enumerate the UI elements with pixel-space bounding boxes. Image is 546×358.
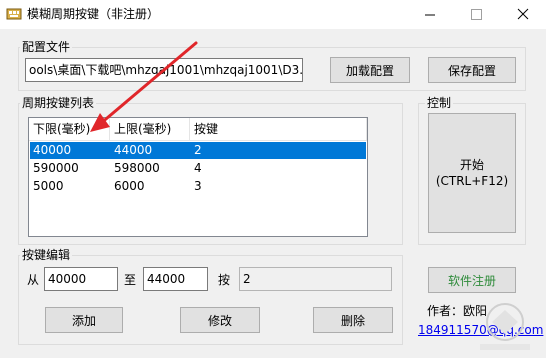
edit-group-label: 按键编辑 [20, 248, 73, 262]
modify-button[interactable]: 修改 [180, 307, 260, 333]
column-header-upper[interactable]: 上限(毫秒) [110, 118, 190, 140]
cell-key: 2 [194, 143, 202, 157]
list-group-label: 周期按键列表 [20, 96, 97, 110]
cell-lower: 40000 [33, 143, 72, 157]
watermark-logo-icon [480, 303, 530, 350]
key-list[interactable]: 下限(毫秒) 上限(毫秒) 按键 40000 44000 2 590000 59… [28, 117, 368, 237]
minimize-icon[interactable] [407, 0, 453, 29]
window-title: 模糊周期按键（非注册） [27, 7, 160, 21]
to-label: 至 [124, 273, 137, 287]
app-icon [6, 8, 22, 20]
from-field[interactable]: 40000 [44, 267, 118, 291]
save-config-button[interactable]: 保存配置 [428, 57, 516, 83]
config-path-field[interactable]: ools\桌面\下载吧\mhzqaj1001\mhzqaj1001\D3.ini [25, 58, 303, 82]
cell-key: 3 [194, 179, 202, 193]
list-row[interactable]: 590000 598000 4 [30, 160, 366, 177]
cell-upper: 44000 [114, 143, 153, 157]
register-button[interactable]: 软件注册 [428, 267, 516, 293]
start-button[interactable]: 开始 (CTRL+F12) [428, 113, 516, 233]
config-group-label: 配置文件 [20, 40, 73, 54]
column-header-key[interactable]: 按键 [190, 118, 367, 140]
list-row[interactable]: 40000 44000 2 [30, 142, 366, 159]
control-group-label: 控制 [425, 96, 454, 110]
load-config-button[interactable]: 加载配置 [330, 57, 410, 83]
main-window: 模糊周期按键（非注册） 配置文件 ools\桌面\下载吧\mhzqaj1001\… [0, 0, 546, 358]
delete-button[interactable]: 删除 [313, 307, 393, 333]
maximize-icon[interactable] [453, 0, 499, 29]
close-icon[interactable] [500, 0, 546, 29]
add-button[interactable]: 添加 [45, 307, 123, 333]
to-field[interactable]: 44000 [143, 267, 208, 291]
start-button-hotkey: (CTRL+F12) [435, 174, 509, 188]
cell-upper: 6000 [114, 179, 145, 193]
cell-key: 4 [194, 161, 202, 175]
list-header: 下限(毫秒) 上限(毫秒) 按键 [29, 118, 367, 141]
cell-upper: 598000 [114, 161, 160, 175]
column-header-lower[interactable]: 下限(毫秒) [29, 118, 110, 140]
start-button-label: 开始 [459, 158, 484, 172]
cell-lower: 5000 [33, 179, 64, 193]
title-bar[interactable]: 模糊周期按键（非注册） [0, 0, 546, 29]
key-field[interactable]: 2 [239, 267, 392, 291]
from-label: 从 [27, 273, 40, 287]
list-row[interactable]: 5000 6000 3 [30, 178, 366, 195]
cell-lower: 590000 [33, 161, 79, 175]
key-label: 按 [218, 273, 231, 287]
